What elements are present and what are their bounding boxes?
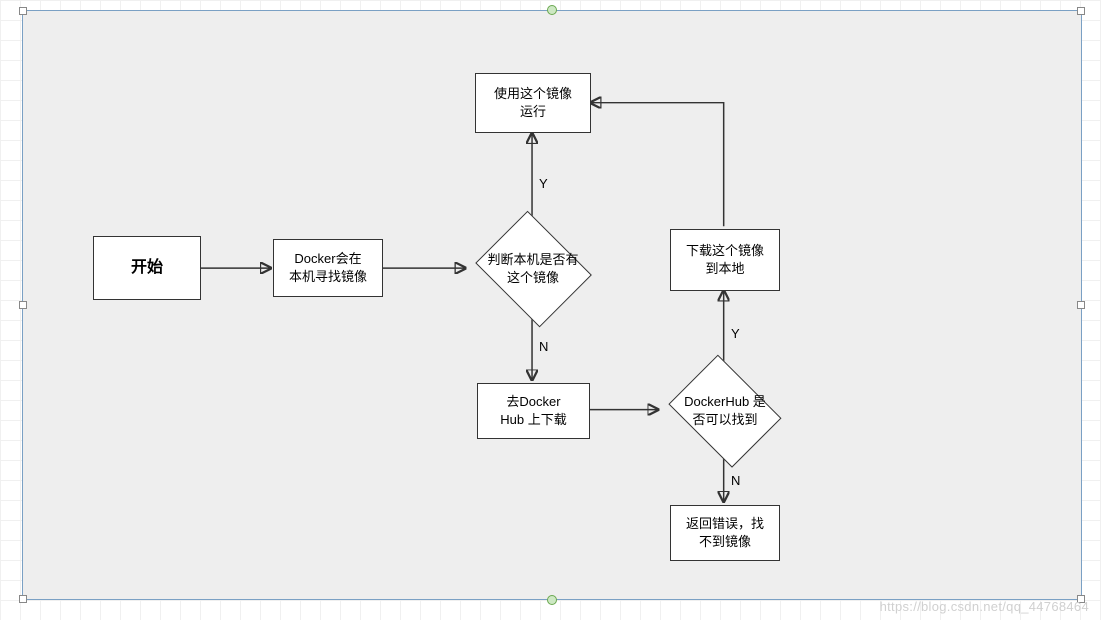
node-download-local[interactable]: 下载这个镜像到本地 bbox=[670, 229, 780, 291]
diagram-selection-frame[interactable]: 开始 Docker会在本机寻找镜像 判断本机是否有这个镜像 使用这个镜像运行 去… bbox=[22, 10, 1082, 600]
node-error[interactable]: 返回错误，找不到镜像 bbox=[670, 505, 780, 561]
node-download-hub-label: 去DockerHub 上下载 bbox=[500, 393, 566, 429]
node-decide-local[interactable]: 判断本机是否有这个镜像 bbox=[468, 216, 598, 322]
edge-label-yes-1: Y bbox=[539, 176, 548, 191]
node-decide-local-label: 判断本机是否有这个镜像 bbox=[487, 251, 578, 286]
node-download-local-label: 下载这个镜像到本地 bbox=[686, 242, 764, 278]
watermark-text: https://blog.csdn.net/qq_44768464 bbox=[880, 599, 1089, 614]
node-run-image-label: 使用这个镜像运行 bbox=[494, 85, 572, 121]
edge-label-no-1: N bbox=[539, 339, 548, 354]
edge-label-yes-2: Y bbox=[731, 326, 740, 341]
node-search-local-label: Docker会在本机寻找镜像 bbox=[289, 250, 367, 286]
node-start-label: 开始 bbox=[131, 257, 163, 279]
flowchart-canvas: 开始 Docker会在本机寻找镜像 判断本机是否有这个镜像 使用这个镜像运行 去… bbox=[23, 11, 1081, 599]
node-decide-hub[interactable]: DockerHub 是否可以找到 bbox=[661, 361, 789, 461]
node-error-label: 返回错误，找不到镜像 bbox=[686, 515, 764, 551]
node-run-image[interactable]: 使用这个镜像运行 bbox=[475, 73, 591, 133]
node-search-local[interactable]: Docker会在本机寻找镜像 bbox=[273, 239, 383, 297]
node-download-hub[interactable]: 去DockerHub 上下载 bbox=[477, 383, 590, 439]
node-decide-hub-label: DockerHub 是否可以找到 bbox=[684, 393, 766, 428]
node-start[interactable]: 开始 bbox=[93, 236, 201, 300]
edge-label-no-2: N bbox=[731, 473, 740, 488]
